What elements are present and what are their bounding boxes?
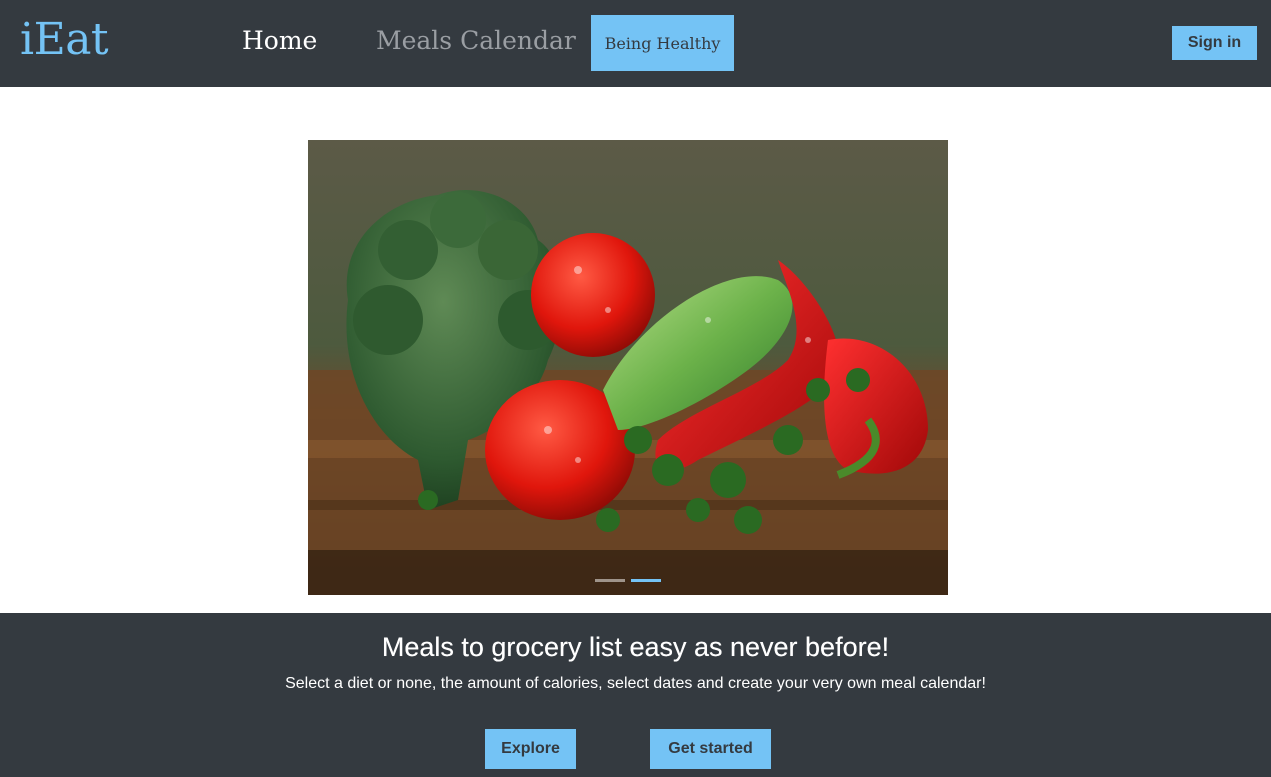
hero-title: Meals to grocery list easy as never befo… [381,632,890,662]
carousel-indicator-1[interactable] [595,579,625,582]
nav-home-link[interactable]: Home [242,24,317,58]
logo[interactable]: iEat [20,14,109,66]
nav-meals-calendar-link[interactable]: Meals Calendar [376,24,576,58]
sign-in-button[interactable]: Sign in [1172,26,1257,60]
get-started-button[interactable]: Get started [650,729,771,769]
vegetables-photo [308,140,948,595]
explore-button[interactable]: Explore [485,729,576,769]
carousel-indicators [308,579,948,582]
carousel-indicator-2[interactable] [631,579,661,582]
hero-subtitle: Select a diet or none, the amount of cal… [285,675,986,692]
image-carousel[interactable] [308,140,948,595]
hero-banner: Meals to grocery list easy as never befo… [0,613,1271,777]
top-navbar: iEat Home Meals Calendar Being Healthy S… [0,0,1271,87]
nav-being-healthy-link[interactable]: Being Healthy [591,15,734,71]
